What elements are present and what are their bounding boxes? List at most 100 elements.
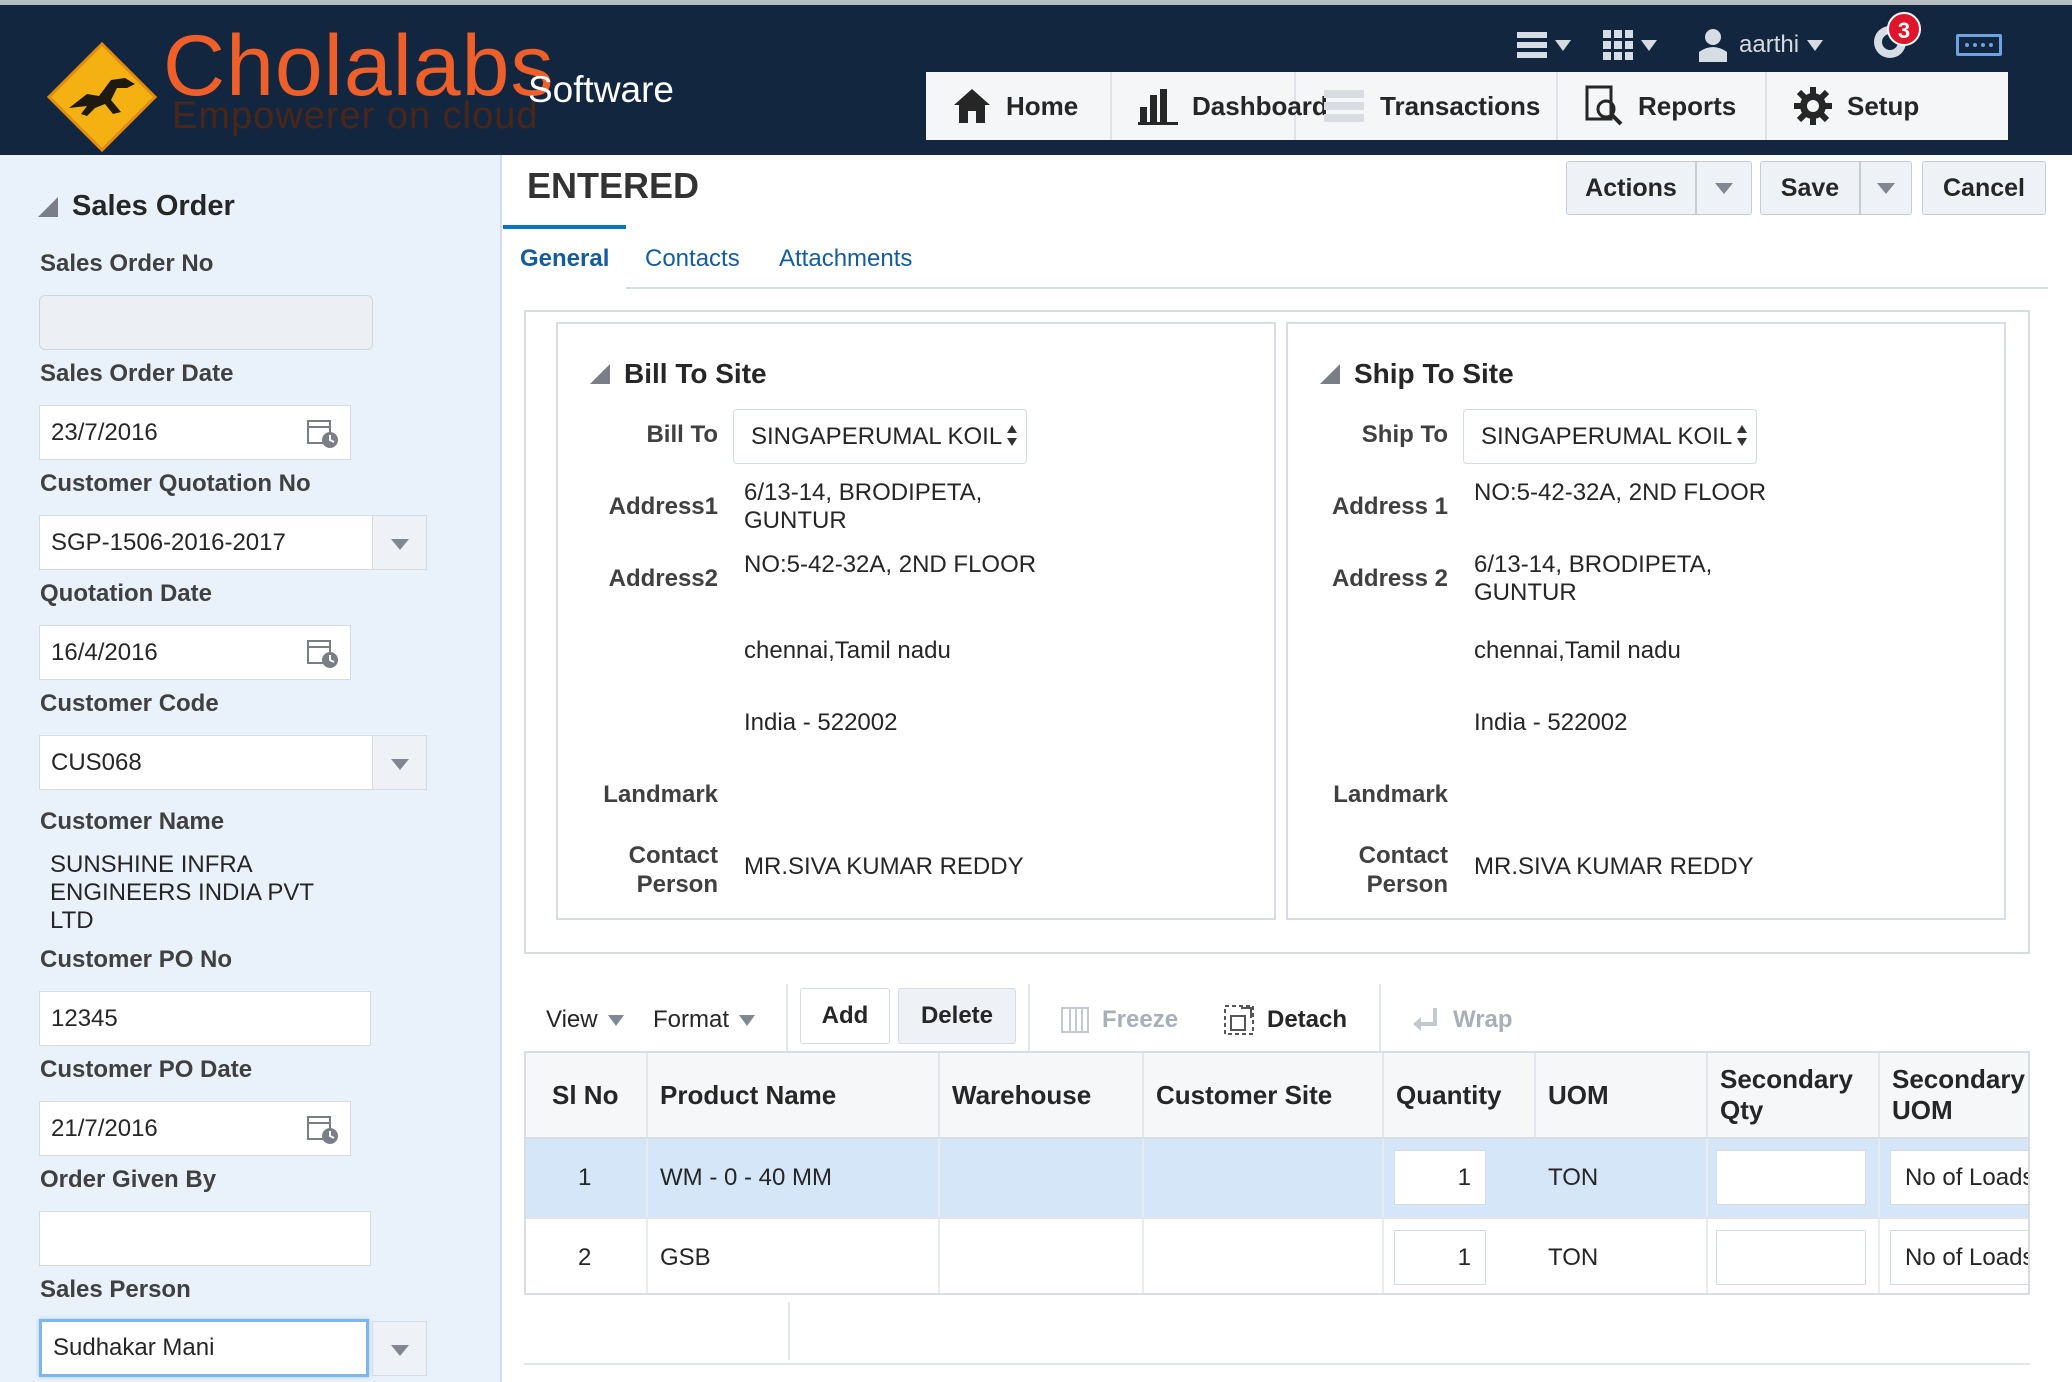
- column-header-product-name[interactable]: Product Name: [648, 1053, 940, 1139]
- cell-uom: TON: [1536, 1139, 1708, 1217]
- customer-quotation-no-select[interactable]: SGP-1506-2016-2017: [39, 515, 373, 570]
- order-given-by-field[interactable]: [39, 1211, 371, 1266]
- secondary-uom-select[interactable]: No of Loads: [1890, 1230, 2028, 1285]
- ship-to-select[interactable]: SINGAPERUMAL KOIL: [1463, 409, 1757, 464]
- collapse-triangle-icon[interactable]: [590, 364, 610, 384]
- notification-count-badge: 3: [1887, 12, 1921, 46]
- quantity-input[interactable]: 1: [1394, 1150, 1486, 1205]
- quotation-date-field[interactable]: 16/4/2016: [39, 625, 351, 680]
- column-header-secondary-qty[interactable]: Secondary Qty: [1708, 1053, 1880, 1139]
- reports-icon: [1585, 85, 1623, 126]
- sales-order-date-field[interactable]: 23/7/2016: [39, 405, 351, 460]
- nav-transactions-label: Transactions: [1380, 90, 1541, 121]
- save-button[interactable]: Save: [1760, 161, 1860, 215]
- menu-dropdown[interactable]: [1517, 20, 1571, 70]
- actions-button[interactable]: Actions: [1566, 161, 1696, 215]
- sales-person-select[interactable]: Sudhakar Mani: [39, 1319, 369, 1377]
- cell-product-name: GSB: [648, 1219, 940, 1293]
- calendar-icon[interactable]: [306, 637, 340, 669]
- tab-attachments[interactable]: Attachments: [779, 225, 912, 289]
- bill-to-city-state: chennai,Tamil nadu: [744, 637, 951, 664]
- chevron-down-icon: [1555, 39, 1571, 51]
- header-top-line: [0, 0, 2072, 5]
- customer-po-no-label: Customer PO No: [40, 946, 233, 973]
- cell-warehouse[interactable]: [940, 1219, 1144, 1293]
- table-row[interactable]: 1 WM - 0 - 40 MM 1 TON No of Loads: [526, 1139, 2028, 1217]
- customer-quotation-dropdown-button[interactable]: [372, 515, 427, 570]
- user-menu[interactable]: aarthi: [1699, 20, 1824, 70]
- nav-dashboard[interactable]: Dashboard: [1112, 72, 1328, 140]
- customer-po-no-field[interactable]: 12345: [39, 991, 371, 1046]
- bar-chart-icon: [1138, 89, 1178, 125]
- customer-po-date-field[interactable]: 21/7/2016: [39, 1101, 351, 1156]
- bill-to-site-title[interactable]: Bill To Site: [590, 358, 767, 390]
- secondary-qty-input[interactable]: [1716, 1230, 1866, 1285]
- add-row-button[interactable]: Add: [800, 988, 890, 1044]
- calendar-icon[interactable]: [306, 417, 340, 449]
- table-footer-divider: [788, 1302, 790, 1360]
- table-row[interactable]: 2 GSB 1 TON No of Loads: [526, 1217, 2028, 1293]
- calendar-icon[interactable]: [306, 1113, 340, 1145]
- detach-icon: [1224, 1005, 1254, 1035]
- column-header-quantity[interactable]: Quantity: [1384, 1053, 1536, 1139]
- sales-person-dropdown-button[interactable]: [372, 1321, 427, 1376]
- cell-warehouse[interactable]: [940, 1139, 1144, 1217]
- freeze-button[interactable]: Freeze: [1060, 990, 1178, 1050]
- customer-po-date-label: Customer PO Date: [40, 1056, 253, 1083]
- customer-code-label: Customer Code: [40, 690, 219, 717]
- wrap-button[interactable]: Wrap: [1413, 990, 1513, 1050]
- customer-code-select[interactable]: CUS068: [39, 735, 373, 790]
- collapse-triangle-icon[interactable]: [1320, 364, 1340, 384]
- nav-setup[interactable]: Setup: [1767, 72, 2008, 140]
- column-header-customer-site[interactable]: Customer Site: [1144, 1053, 1384, 1139]
- nav-setup-label: Setup: [1847, 90, 1920, 121]
- collapse-triangle-icon[interactable]: [38, 196, 58, 217]
- tab-contacts[interactable]: Contacts: [645, 225, 740, 289]
- quantity-input[interactable]: 1: [1394, 1230, 1486, 1285]
- cancel-button[interactable]: Cancel: [1922, 161, 2046, 215]
- customer-quotation-no-label: Customer Quotation No: [40, 470, 311, 497]
- cell-customer-site[interactable]: [1144, 1219, 1384, 1293]
- apps-grid-dropdown[interactable]: [1603, 20, 1657, 70]
- sales-order-section-title[interactable]: Sales Order: [38, 190, 235, 223]
- chevron-down-icon: [739, 1014, 756, 1026]
- ship-to-site-title[interactable]: Ship To Site: [1320, 358, 1514, 390]
- nav-reports[interactable]: Reports: [1558, 72, 1767, 140]
- order-given-by-label: Order Given By: [40, 1166, 217, 1193]
- chevron-down-icon: [1877, 182, 1895, 194]
- secondary-qty-input[interactable]: [1716, 1150, 1866, 1205]
- nav-transactions[interactable]: Transactions: [1296, 72, 1558, 140]
- toolbar-separator: [1028, 984, 1030, 1054]
- cholalabs-logo-icon[interactable]: [47, 42, 157, 152]
- delete-row-button[interactable]: Delete: [898, 988, 1016, 1044]
- chevron-down-icon: [607, 1014, 624, 1026]
- secondary-uom-select[interactable]: No of Loads: [1890, 1150, 2028, 1205]
- bill-to-contact-label: Contact Person: [628, 842, 718, 898]
- keyboard-icon[interactable]: [1956, 34, 2002, 56]
- actions-dropdown-button[interactable]: [1696, 161, 1752, 215]
- cell-secondary-uom: No of Loads: [1880, 1139, 2028, 1217]
- wrap-icon: [1413, 1008, 1437, 1031]
- page-title: ENTERED: [527, 165, 700, 206]
- hamburger-menu-icon: [1517, 32, 1547, 58]
- column-header-sl-no[interactable]: Sl No: [526, 1053, 648, 1139]
- tab-general[interactable]: General: [503, 225, 627, 289]
- column-header-uom[interactable]: UOM: [1536, 1053, 1708, 1139]
- bill-to-address2: NO:5-42-32A, 2ND FLOOR: [744, 551, 1037, 578]
- cell-customer-site[interactable]: [1144, 1139, 1384, 1217]
- freeze-columns-icon: [1061, 1007, 1089, 1033]
- format-menu[interactable]: Format: [653, 990, 756, 1050]
- nav-home[interactable]: Home: [926, 72, 1112, 140]
- ship-to-city-state: chennai,Tamil nadu: [1474, 637, 1681, 664]
- column-header-warehouse[interactable]: Warehouse: [940, 1053, 1144, 1139]
- column-header-secondary-uom[interactable]: Secondary UOM: [1880, 1053, 2028, 1139]
- save-dropdown-button[interactable]: [1860, 161, 1912, 215]
- cell-secondary-qty: [1708, 1139, 1880, 1217]
- bill-to-select[interactable]: SINGAPERUMAL KOIL: [733, 409, 1027, 464]
- customer-code-dropdown-button[interactable]: [372, 735, 427, 790]
- view-menu[interactable]: View: [546, 990, 624, 1050]
- detach-button[interactable]: Detach: [1223, 990, 1347, 1050]
- cell-sl-no: 1: [526, 1139, 648, 1217]
- sales-person-label: Sales Person: [40, 1276, 191, 1303]
- toolbar-separator: [1379, 984, 1381, 1054]
